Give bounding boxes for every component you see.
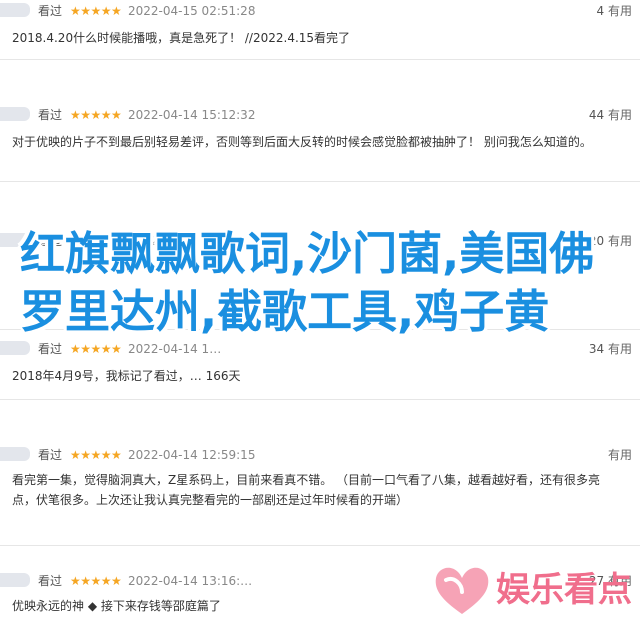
review-status: 看过	[38, 4, 63, 18]
helpful-label: 有用	[607, 342, 632, 356]
review-item: 看过 ★★★★★ 2022-04-14 1… 34 有用 2018年4月9号，我…	[0, 340, 640, 400]
avatar[interactable]	[0, 447, 30, 461]
review-item: 看过 ★★★★★ 2022-04-15 02:51:28 4 有用 2018.4…	[0, 0, 640, 60]
overlay-title: 红旗飘飘歌词,沙门菌,美国佛罗里达州,截歌工具,鸡子黄	[20, 227, 595, 338]
helpful-votes[interactable]: 4 有用	[597, 2, 632, 20]
rating-stars: ★★★★★	[70, 4, 122, 18]
review-status: 看过	[38, 108, 63, 122]
helpful-votes[interactable]: 有用	[608, 446, 632, 464]
avatar[interactable]	[0, 573, 30, 587]
review-status: 看过	[38, 448, 63, 462]
review-status: 看过	[38, 574, 63, 588]
avatar[interactable]	[0, 107, 30, 121]
review-date: 2022-04-14 13:16:…	[128, 574, 253, 588]
watermark-text: 娱乐看点	[496, 570, 632, 610]
votes-count: 44	[588, 108, 605, 122]
rating-stars: ★★★★★	[70, 448, 122, 462]
review-text: 2018年4月9号，我标记了看过，… 166天	[12, 369, 241, 383]
avatar[interactable]	[0, 3, 30, 17]
watermark: 娱乐看点	[432, 562, 638, 618]
review-meta: 看过 ★★★★★ 2022-04-15 02:51:28 4 有用	[0, 2, 640, 20]
rating-stars: ★★★★★	[70, 108, 122, 122]
votes-count: 4	[596, 4, 605, 18]
review-date: 2022-04-15 02:51:28	[128, 4, 256, 18]
review-meta: 看过 ★★★★★ 2022-04-14 15:12:32 44 有用	[0, 106, 640, 124]
avatar[interactable]	[0, 341, 30, 355]
heart-icon	[435, 567, 489, 614]
review-text: 2018.4.20什么时候能播哦，真是急死了！ //2022.4.15看完了	[12, 31, 351, 45]
review-date: 2022-04-14 12:59:15	[128, 448, 256, 462]
review-text: 对于优映的片子不到最后别轻易差评，否则等到后面大反转的时候会感觉脸都被抽肿了！ …	[12, 135, 592, 149]
helpful-label: 有用	[607, 448, 632, 462]
review-meta: 看过 ★★★★★ 2022-04-14 12:59:15 有用	[0, 446, 640, 464]
review-item: 看过 ★★★★★ 2022-04-14 12:59:15 有用 看完第一集，觉得…	[0, 446, 640, 546]
rating-stars: ★★★★★	[70, 574, 122, 588]
review-meta: 看过 ★★★★★ 2022-04-14 1… 34 有用	[0, 340, 640, 358]
helpful-votes[interactable]: 44 有用	[589, 106, 632, 124]
rating-stars: ★★★★★	[70, 342, 122, 356]
review-item: 看过 ★★★★★ 2022-04-14 15:12:32 44 有用 对于优映的…	[0, 104, 640, 182]
review-text: 看完第一集，觉得脑洞真大，Z星系码上，目前来看真不错。 （目前一口气看了八集，越…	[12, 473, 601, 507]
review-date: 2022-04-14 1…	[128, 342, 222, 356]
review-date: 2022-04-14 15:12:32	[128, 108, 256, 122]
helpful-votes[interactable]: 34 有用	[589, 340, 632, 358]
votes-count: 34	[588, 342, 605, 356]
helpful-label: 有用	[607, 4, 632, 18]
helpful-label: 有用	[607, 108, 632, 122]
review-status: 看过	[38, 342, 63, 356]
